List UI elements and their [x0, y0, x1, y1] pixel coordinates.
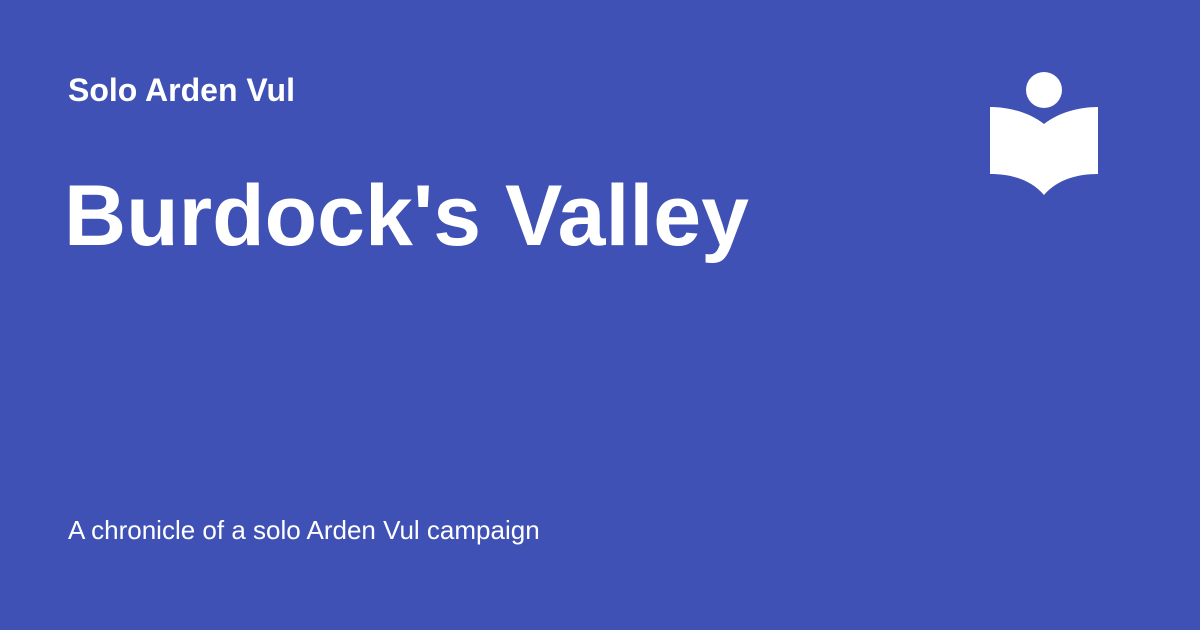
page-description: A chronicle of a solo Arden Vul campaign	[68, 515, 540, 545]
page-title: Burdock's Valley	[64, 168, 749, 264]
social-card: Solo Arden Vul Burdock's Valley A chroni…	[0, 0, 1200, 630]
reader-book-icon	[988, 70, 1100, 198]
site-name: Solo Arden Vul	[68, 72, 295, 108]
